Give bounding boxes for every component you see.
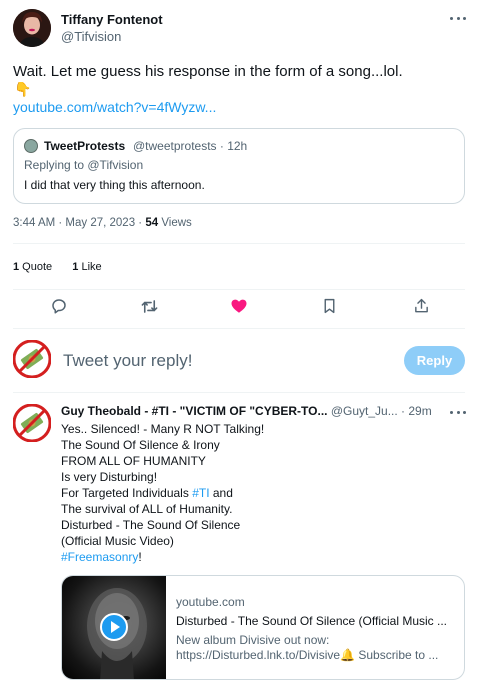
current-user-avatar[interactable]: [12, 339, 52, 379]
reply-author-handle[interactable]: @Guyt_Ju...: [331, 404, 398, 418]
reply-line: The Sound Of Silence & Irony: [61, 438, 220, 452]
quoted-author-handle: @tweetprotests · 12h: [133, 139, 248, 153]
reply-button[interactable]: Reply: [404, 346, 465, 375]
hashtag-freemasonry[interactable]: #Freemasonry: [61, 550, 138, 564]
link-title: Disturbed - The Sound Of Silence (Offici…: [176, 614, 448, 628]
author-handle[interactable]: @Tifvision: [61, 29, 121, 44]
like-label: Like: [78, 261, 102, 273]
reply-more-options-icon[interactable]: [448, 405, 468, 419]
quoted-tweet-text: I did that very thing this afternoon.: [24, 178, 205, 192]
pointing-down-emoji: 👇: [14, 81, 32, 97]
reply-line: Disturbed - The Sound Of Silence: [61, 518, 241, 532]
reply-line-text: !: [138, 550, 142, 564]
quote-label: Quote: [19, 261, 53, 273]
author-avatar[interactable]: [13, 9, 51, 47]
quoted-tweet-card[interactable]: TweetProtests @tweetprotests · 12h Reply…: [13, 128, 465, 204]
reply-text: Yes.. Silenced! - Many R NOT Talking! Th…: [61, 421, 461, 565]
engagement-stats: 1 Quote 1 Like: [13, 261, 102, 273]
share-icon[interactable]: [410, 295, 432, 317]
tweet-link[interactable]: youtube.com/watch?v=4fWyzw...: [13, 99, 216, 115]
views-count: 54: [145, 217, 159, 229]
replying-to-text: Replying to: [24, 158, 88, 172]
hashtag-ti[interactable]: #TI: [192, 486, 209, 500]
retweet-icon[interactable]: [138, 295, 160, 317]
divider: [13, 392, 465, 393]
reply-line: FROM ALL OF HUMANITY: [61, 454, 206, 468]
quoted-author-name: TweetProtests: [44, 139, 126, 153]
quoted-author-avatar: [24, 139, 38, 153]
reply-line-text: and: [209, 486, 233, 500]
link-description: New album Divisive out now:: [176, 633, 330, 647]
reply-line: The survival of ALL of Humanity.: [61, 502, 233, 516]
link-preview-card[interactable]: youtube.com Disturbed - The Sound Of Sil…: [61, 575, 465, 680]
quotes-stat[interactable]: 1 Quote: [13, 261, 52, 273]
divider: [13, 243, 465, 244]
reply-header: Guy Theobald - #TI - "VICTIM OF "CYBER-T…: [61, 404, 432, 418]
divider: [13, 289, 465, 290]
reply-line: (Official Music Video): [61, 534, 174, 548]
reply-time[interactable]: · 29m: [398, 404, 432, 418]
heart-filled-icon[interactable]: [228, 295, 250, 317]
reply-line: Yes.. Silenced! - Many R NOT Talking!: [61, 422, 265, 436]
likes-stat[interactable]: 1 Like: [72, 261, 101, 273]
views-label: Views: [158, 217, 192, 229]
timestamp-text: 3:44 AM · May 27, 2023 ·: [13, 217, 146, 229]
reply-line: #Freemasonry!: [61, 549, 461, 565]
replying-to-label: Replying to @Tifvision: [24, 158, 143, 172]
reply-author-name[interactable]: Guy Theobald - #TI - "VICTIM OF "CYBER-T…: [61, 404, 328, 418]
reply-author-avatar[interactable]: [12, 403, 52, 443]
link-description: https://Disturbed.lnk.to/Divisive🔔 Subsc…: [176, 648, 439, 662]
replying-to-handle: @Tifvision: [87, 158, 144, 172]
reply-line: Is very Disturbing!: [61, 470, 158, 484]
reply-line: For Targeted Individuals #TI and: [61, 485, 461, 501]
divider: [13, 328, 465, 329]
link-domain: youtube.com: [176, 595, 245, 609]
reply-line-text: For Targeted Individuals: [61, 486, 193, 500]
author-name[interactable]: Tiffany Fontenot: [61, 12, 163, 27]
tweet-text: Wait. Let me guess his response in the f…: [13, 63, 403, 80]
bookmark-icon[interactable]: [318, 295, 340, 317]
play-icon[interactable]: [100, 613, 128, 641]
reply-icon[interactable]: [48, 295, 70, 317]
more-options-icon[interactable]: [448, 11, 468, 25]
tweet-timestamp: 3:44 AM · May 27, 2023 · 54 Views: [13, 217, 192, 229]
reply-input[interactable]: Tweet your reply!: [63, 351, 192, 371]
